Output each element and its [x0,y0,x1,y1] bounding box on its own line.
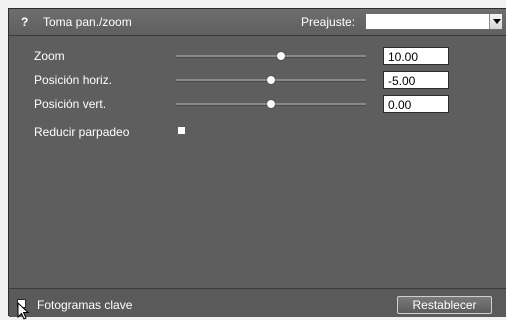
reduce-flicker-checkbox[interactable] [178,127,185,134]
flicker-row: Reducir parpadeo [9,122,506,142]
vertical-position-slider-thumb[interactable] [267,100,275,108]
vertical-position-label: Posición vert. [34,97,107,111]
panel-content: Zoom 10.00 Posición horiz. -5.00 Posició… [9,36,506,289]
panel-header: ? Toma pan./zoom Preajuste: [9,9,506,36]
preset-label: Preajuste: [301,15,356,29]
reset-button[interactable]: Restablecer [397,296,492,314]
param-row-vertical: Posición vert. 0.00 [9,94,506,114]
param-row-zoom: Zoom 10.00 [9,46,506,66]
mouse-cursor-icon [17,302,30,320]
help-icon[interactable]: ? [21,15,31,29]
zoom-value-field[interactable]: 10.00 [383,47,449,65]
vertical-position-field[interactable]: 0.00 [383,95,449,113]
horizontal-position-field[interactable]: -5.00 [383,71,449,89]
pan-zoom-panel: ? Toma pan./zoom Preajuste: Zoom 10.00 P… [8,8,506,320]
zoom-slider[interactable] [176,52,366,60]
panel-title: Toma pan./zoom [43,15,132,29]
zoom-slider-thumb[interactable] [276,52,285,60]
zoom-label: Zoom [34,49,65,63]
horizontal-position-slider-thumb[interactable] [267,76,275,84]
horizontal-position-slider[interactable] [176,76,366,84]
preset-select[interactable] [365,13,503,30]
panel-footer: Fotogramas clave Restablecer [9,289,506,320]
param-row-horizontal: Posición horiz. -5.00 [9,70,506,90]
chevron-down-icon[interactable] [489,14,502,29]
keyframes-label: Fotogramas clave [37,298,133,312]
horizontal-position-label: Posición horiz. [34,73,113,87]
reduce-flicker-label: Reducir parpadeo [34,125,130,139]
vertical-position-slider[interactable] [176,100,366,108]
